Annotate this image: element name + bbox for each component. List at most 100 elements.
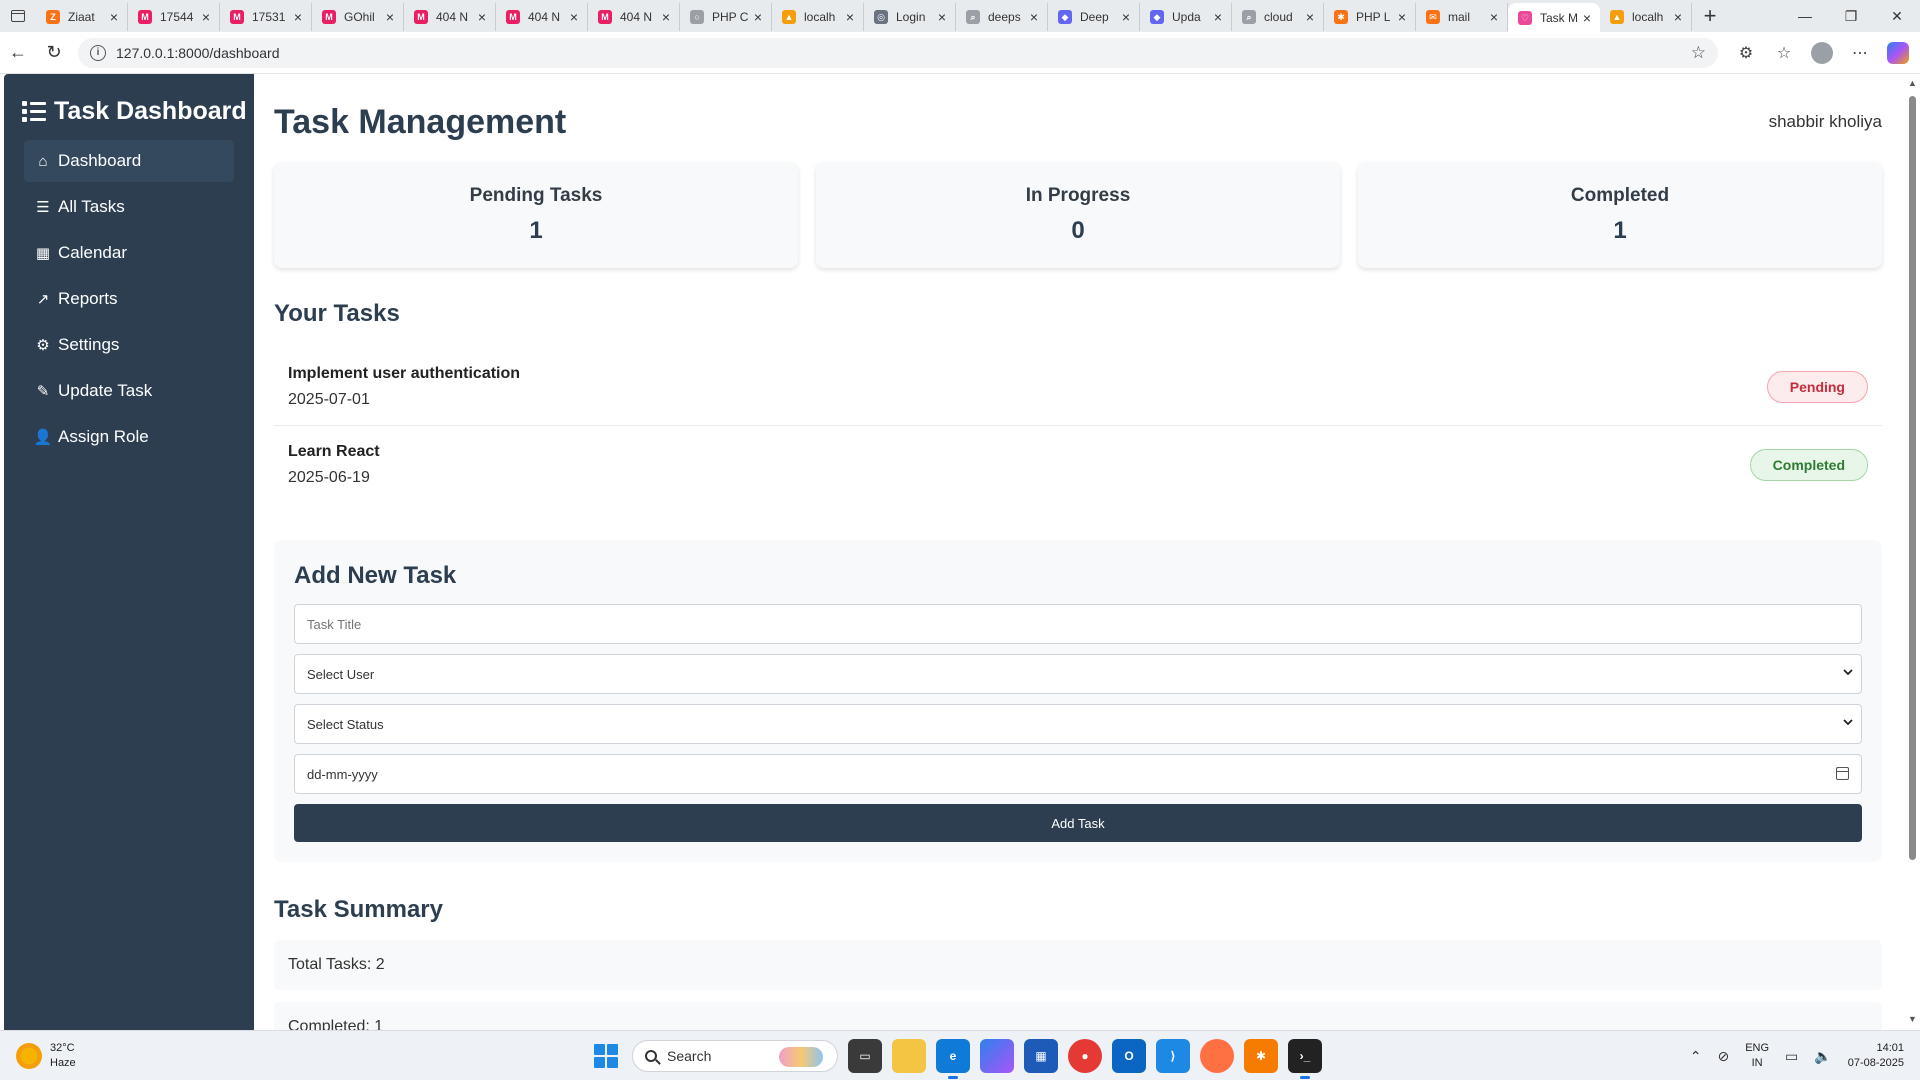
bookmark-star-icon[interactable]: ☆: [1691, 43, 1706, 63]
tab-close-icon[interactable]: ×: [1119, 10, 1133, 24]
chrome-icon[interactable]: ●: [1068, 1039, 1102, 1073]
tab-close-icon[interactable]: ×: [1395, 10, 1409, 24]
browser-tab[interactable]: ⌕ cloud ×: [1232, 3, 1324, 31]
calendar-picker-icon[interactable]: [1836, 767, 1849, 780]
volume-icon[interactable]: 🔈: [1814, 1048, 1831, 1065]
sidebar-item-update-task[interactable]: ✎ Update Task: [24, 370, 234, 412]
site-info-icon[interactable]: i: [90, 44, 106, 61]
task-row[interactable]: Implement user authentication 2025-07-01 P…: [274, 348, 1882, 426]
user-select-value: Select User: [307, 666, 375, 682]
browser-tab[interactable]: ▲ localh ×: [772, 3, 864, 31]
task-name: Implement user authentication: [288, 364, 521, 382]
extensions-icon[interactable]: ⚙: [1730, 38, 1762, 68]
tab-close-icon[interactable]: ×: [291, 10, 305, 24]
scroll-up-icon[interactable]: ▲: [1908, 78, 1917, 88]
tab-close-icon[interactable]: ×: [199, 10, 213, 24]
clock[interactable]: 14:01 07-08-2025: [1848, 1041, 1904, 1071]
browser-tab[interactable]: M 404 N ×: [588, 3, 680, 31]
user-select[interactable]: Select User: [294, 654, 1862, 694]
list-icon: ☰: [36, 199, 50, 216]
browser-toolbar: ⚙ ☆ ⋯: [1730, 38, 1914, 68]
tab-close-icon[interactable]: ×: [1303, 10, 1317, 24]
store-icon[interactable]: ▦: [1024, 1039, 1058, 1073]
firefox-icon[interactable]: [1200, 1039, 1234, 1073]
start-button[interactable]: [590, 1040, 622, 1072]
scrollbar-thumb[interactable]: [1909, 96, 1916, 860]
browser-tab[interactable]: ✉ mail ×: [1416, 3, 1508, 31]
task-title-input[interactable]: Task Title: [294, 604, 1862, 644]
tab-close-icon[interactable]: ×: [475, 10, 489, 24]
browser-tab[interactable]: ◎ Login ×: [864, 3, 956, 31]
page-scrollbar[interactable]: ▲ ▼: [1906, 74, 1918, 1030]
due-date-input[interactable]: dd-mm-yyyy: [294, 754, 1862, 794]
sidebar-item-reports[interactable]: ↗ Reports: [24, 278, 234, 320]
weather-widget[interactable]: 32°C Haze: [16, 1041, 216, 1071]
sidebar-item-all-tasks[interactable]: ☰ All Tasks: [24, 186, 234, 228]
brand: Task Dashboard: [4, 94, 254, 128]
file-explorer-icon[interactable]: [892, 1039, 926, 1073]
favorites-icon[interactable]: ☆: [1768, 38, 1800, 68]
reload-button[interactable]: ↻: [36, 37, 72, 69]
language-indicator[interactable]: ENG IN: [1745, 1041, 1769, 1071]
add-task-button[interactable]: Add Task: [294, 804, 1862, 842]
tab-close-icon[interactable]: ×: [1580, 11, 1594, 25]
browser-tab[interactable]: M 404 N ×: [496, 3, 588, 31]
browser-tab[interactable]: ◆ Deep ×: [1048, 3, 1140, 31]
tab-title: 17531: [252, 10, 286, 24]
vscode-icon[interactable]: ⟩: [1156, 1039, 1190, 1073]
copilot-app-icon[interactable]: [980, 1039, 1014, 1073]
scroll-down-icon[interactable]: ▼: [1908, 1014, 1917, 1024]
browser-tab[interactable]: ○ PHP C ×: [680, 3, 772, 31]
xampp-icon[interactable]: ✱: [1244, 1039, 1278, 1073]
browser-tab[interactable]: M GOhil ×: [312, 3, 404, 31]
url-field[interactable]: i 127.0.0.1:8000/dashboard ☆: [78, 37, 1718, 68]
browser-tab[interactable]: ◆ Upda ×: [1140, 3, 1232, 31]
network-off-icon[interactable]: ⊘: [1717, 1048, 1729, 1065]
tab-close-icon[interactable]: ×: [1027, 10, 1041, 24]
browser-tab[interactable]: M 17544 ×: [128, 3, 220, 31]
sidebar-item-settings[interactable]: ⚙ Settings: [24, 324, 234, 366]
tab-close-icon[interactable]: ×: [1671, 10, 1685, 24]
profile-button[interactable]: [1806, 38, 1838, 68]
browser-tab[interactable]: ✱ PHP L ×: [1324, 3, 1416, 31]
tab-close-icon[interactable]: ×: [383, 10, 397, 24]
copilot-button[interactable]: [1882, 38, 1914, 68]
browser-tab[interactable]: M 17531 ×: [220, 3, 312, 31]
edge-browser-icon[interactable]: e: [936, 1039, 970, 1079]
tab-close-icon[interactable]: ×: [107, 10, 121, 24]
tab-close-icon[interactable]: ×: [1487, 10, 1501, 24]
browser-tab[interactable]: ♡ Task M ×: [1508, 3, 1600, 33]
tab-close-icon[interactable]: ×: [751, 10, 765, 24]
tab-close-icon[interactable]: ×: [935, 10, 949, 24]
browser-tab[interactable]: ▲ localh ×: [1600, 3, 1692, 31]
tab-close-icon[interactable]: ×: [1211, 10, 1225, 24]
sidebar-item-label: Dashboard: [58, 151, 142, 170]
status-select-value: Select Status: [307, 716, 384, 732]
terminal-icon[interactable]: ›_: [1288, 1039, 1322, 1079]
display-icon[interactable]: ▭: [1785, 1048, 1798, 1065]
browser-tab[interactable]: ⌕ deeps ×: [956, 3, 1048, 31]
tab-favicon-icon: M: [598, 10, 612, 24]
sidebar-item-assign-role[interactable]: 👤 Assign Role: [24, 416, 234, 458]
taskbar-search[interactable]: Search: [632, 1040, 838, 1072]
back-button[interactable]: ←: [0, 37, 36, 69]
more-menu-icon[interactable]: ⋯: [1844, 38, 1876, 68]
tab-actions-button[interactable]: [0, 0, 36, 32]
close-window-button[interactable]: ✕: [1874, 0, 1920, 32]
sidebar-item-calendar[interactable]: ▦ Calendar: [24, 232, 234, 274]
task-view-icon[interactable]: ▭: [848, 1039, 882, 1073]
outlook-icon[interactable]: O: [1112, 1039, 1146, 1073]
restore-button[interactable]: ❐: [1828, 0, 1874, 32]
tab-close-icon[interactable]: ×: [659, 10, 673, 24]
new-tab-button[interactable]: +: [1694, 0, 1726, 32]
task-row[interactable]: Learn React 2025-06-19 Completed: [274, 426, 1882, 504]
sidebar-item-dashboard[interactable]: ⌂ Dashboard: [24, 140, 234, 182]
status-select[interactable]: Select Status: [294, 704, 1862, 744]
chevron-up-icon[interactable]: ⌃: [1690, 1048, 1702, 1065]
tab-close-icon[interactable]: ×: [843, 10, 857, 24]
minimize-button[interactable]: —: [1782, 0, 1828, 32]
browser-tab[interactable]: Z Ziaat ×: [36, 3, 128, 31]
due-date-placeholder: dd-mm-yyyy: [307, 766, 378, 782]
tab-close-icon[interactable]: ×: [567, 10, 581, 24]
browser-tab[interactable]: M 404 N ×: [404, 3, 496, 31]
